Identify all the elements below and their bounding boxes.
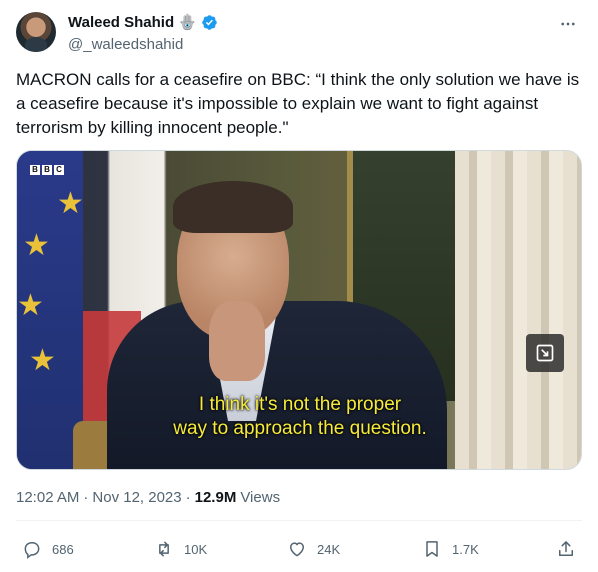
meta-separator: · (83, 489, 89, 506)
views-label: Views (240, 489, 281, 506)
person-hair (173, 181, 293, 233)
suit (107, 301, 447, 469)
expand-video-button[interactable] (526, 334, 564, 372)
like-button[interactable]: 24K (287, 536, 340, 562)
share-button[interactable] (556, 536, 576, 562)
expand-icon (536, 344, 554, 362)
avatar[interactable] (16, 12, 56, 52)
views-count: 12.9M (194, 489, 237, 506)
star-icon: ★ (17, 289, 44, 322)
tweet-time[interactable]: 12:02 AM (16, 489, 79, 506)
star-icon: ★ (57, 187, 84, 220)
repost-button[interactable]: 10K (154, 536, 207, 562)
repost-count: 10K (184, 541, 208, 557)
star-icon: ★ (23, 229, 50, 262)
reply-icon (24, 542, 40, 559)
tweet-text: MACRON calls for a ceasefire on BBC: “I … (16, 70, 584, 137)
share-icon (559, 541, 573, 556)
bbc-letter: B (42, 165, 52, 175)
tweet-header: Waleed Shahid 🪬 @_waleedshahid (16, 12, 582, 56)
tweet-card: Waleed Shahid 🪬 @_waleedshahid MACRON ca… (0, 0, 598, 572)
hand (209, 301, 265, 381)
action-bar: 686 10K 24K 1.7K (16, 536, 582, 562)
bookmark-icon (426, 541, 438, 557)
more-button[interactable] (554, 14, 582, 34)
bbc-letter: C (54, 165, 64, 175)
bbc-logo: B B C (30, 165, 64, 175)
reply-button[interactable]: 686 (22, 536, 74, 562)
bbc-letter: B (30, 165, 40, 175)
divider (16, 520, 582, 521)
star-icon: ★ (29, 344, 56, 377)
bookmark-count: 1.7K (452, 541, 479, 557)
repost-icon (159, 541, 169, 557)
meta-separator: · (185, 489, 191, 506)
user-handle[interactable]: @_waleedshahid (68, 36, 183, 53)
video-subtitle: I think it's not the proper way to appro… (173, 394, 427, 439)
like-count: 24K (317, 541, 341, 557)
more-icon (561, 22, 575, 26)
video-player[interactable]: ★ ★ ★ ★ B B C I think it's not the prope… (16, 150, 582, 470)
name-row: Waleed Shahid 🪬 (68, 14, 218, 31)
verified-icon (202, 15, 217, 30)
tweet-meta: 12:02 AM · Nov 12, 2023 · 12.9M Views (16, 489, 280, 506)
hamsa-emoji: 🪬 (178, 14, 197, 31)
tweet-date[interactable]: Nov 12, 2023 (92, 489, 181, 506)
like-icon (290, 542, 304, 557)
reply-count: 686 (52, 541, 74, 557)
bookmark-button[interactable]: 1.7K (422, 536, 479, 562)
display-name[interactable]: Waleed Shahid (68, 14, 174, 31)
